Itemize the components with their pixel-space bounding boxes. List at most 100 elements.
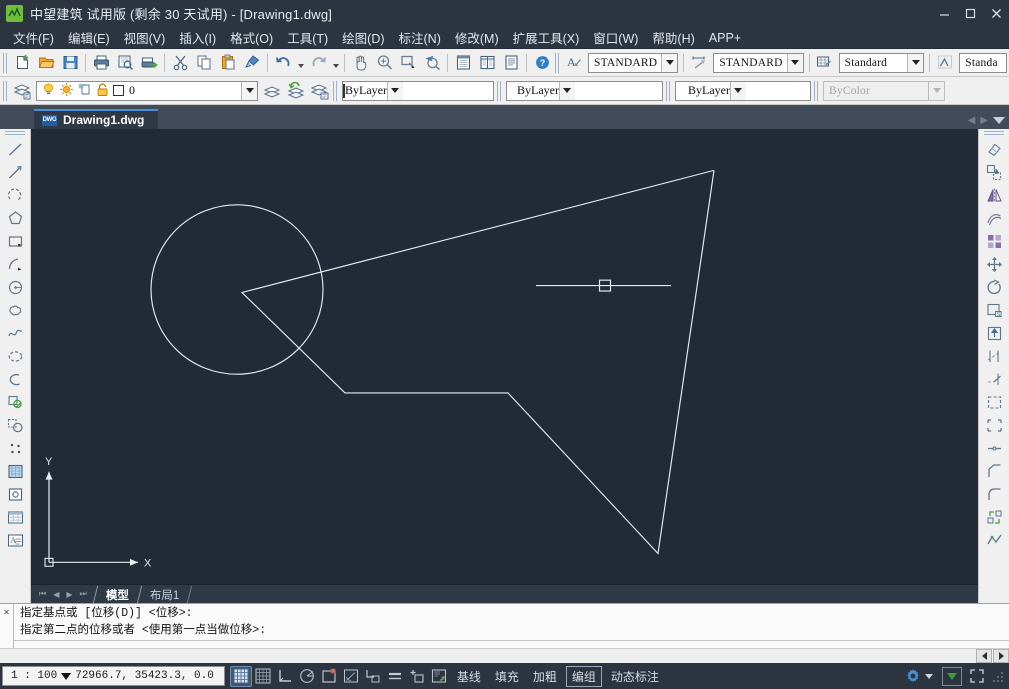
menu-format[interactable]: 格式(O) (223, 26, 280, 49)
status-group[interactable]: 编组 (566, 666, 602, 687)
erase-icon[interactable] (982, 138, 1007, 161)
layer-restore-icon[interactable] (284, 79, 308, 103)
plot-icon[interactable] (137, 51, 161, 75)
print-icon[interactable] (89, 51, 113, 75)
ellipse-icon[interactable] (3, 345, 28, 368)
open-file-icon[interactable] (34, 51, 58, 75)
zoom-previous-icon[interactable] (420, 51, 444, 75)
lineweight-toggle[interactable] (384, 666, 406, 687)
make-block-icon[interactable] (3, 414, 28, 437)
menu-insert[interactable]: 插入(I) (172, 26, 223, 49)
draw-toolbar-grip[interactable] (5, 131, 25, 135)
join-icon[interactable] (982, 437, 1007, 460)
edit-polyline-icon[interactable] (982, 529, 1007, 552)
break-at-point-icon[interactable] (982, 391, 1007, 414)
line-icon[interactable] (3, 138, 28, 161)
linetype-dropdown-arrow[interactable] (559, 82, 575, 100)
undo-dropdown-arrow[interactable] (295, 51, 306, 75)
move-icon[interactable] (982, 253, 1007, 276)
ellipse-arc-icon[interactable] (3, 368, 28, 391)
object-color-dropdown-arrow[interactable] (387, 82, 403, 100)
plotstyle-dropdown-arrow[interactable] (928, 82, 944, 100)
ducs-toggle[interactable] (362, 666, 384, 687)
help-icon[interactable]: ? (530, 51, 554, 75)
copy-object-icon[interactable] (982, 161, 1007, 184)
otrack-toggle[interactable] (340, 666, 362, 687)
modify-toolbar-grip[interactable] (984, 131, 1004, 135)
mirror-icon[interactable] (982, 184, 1007, 207)
menu-window[interactable]: 窗口(W) (586, 26, 645, 49)
mleader-style-combo[interactable]: Standa (959, 53, 1007, 73)
close-button[interactable] (983, 0, 1009, 27)
new-file-icon[interactable] (10, 51, 34, 75)
zoom-window-icon[interactable] (396, 51, 420, 75)
settings-gear-icon[interactable] (902, 666, 924, 687)
pan-icon[interactable] (348, 51, 372, 75)
canvas-polyline[interactable] (242, 170, 714, 553)
array-icon[interactable] (982, 230, 1007, 253)
dyninput-toggle[interactable] (406, 666, 428, 687)
dimension-style-icon[interactable] (687, 51, 711, 75)
match-properties-icon[interactable] (240, 51, 264, 75)
tab-next-arrow-icon[interactable]: ▶ (980, 115, 988, 126)
mleader-style-icon[interactable] (933, 51, 957, 75)
point-icon[interactable] (3, 437, 28, 460)
table-style-combo[interactable]: Standard (839, 53, 925, 73)
multiline-text-icon[interactable]: A (3, 529, 28, 552)
stretch-icon[interactable] (982, 322, 1007, 345)
layer-sun-icon[interactable] (59, 82, 74, 100)
polar-toggle[interactable] (296, 666, 318, 687)
layer-bulb-icon[interactable] (41, 82, 56, 100)
redo-icon[interactable] (306, 51, 330, 75)
settings-dropdown-icon[interactable] (925, 674, 933, 679)
ray-icon[interactable] (3, 161, 28, 184)
toolbar-grip[interactable] (555, 53, 559, 73)
fillet-icon[interactable] (982, 483, 1007, 506)
hatch-icon[interactable] (3, 460, 28, 483)
status-baseline[interactable]: 基线 (452, 667, 486, 686)
chamfer-icon[interactable] (982, 460, 1007, 483)
scale-icon[interactable]: S (982, 299, 1007, 322)
insert-block-icon[interactable] (3, 391, 28, 414)
construction-line-icon[interactable] (3, 184, 28, 207)
layer-properties-manager-icon[interactable] (10, 79, 34, 103)
tab-prev-arrow-icon[interactable]: ◀ (968, 115, 976, 126)
toolbar-grip[interactable] (666, 81, 670, 101)
status-dynamic-dim[interactable]: 动态标注 (606, 667, 664, 686)
print-preview-icon[interactable] (113, 51, 137, 75)
layer-previous-icon[interactable] (260, 79, 284, 103)
status-fill[interactable]: 填充 (490, 667, 524, 686)
window-resize-grip[interactable] (991, 669, 1005, 683)
plotstyle-combo[interactable]: ByColor (823, 81, 945, 101)
menu-edit[interactable]: 编辑(E) (61, 26, 117, 49)
spline-icon[interactable] (3, 322, 28, 345)
toolbar-grip[interactable] (333, 81, 337, 101)
redo-dropdown-arrow[interactable] (330, 51, 341, 75)
tab-model[interactable]: 模型 (93, 586, 142, 603)
menu-dimension[interactable]: 标注(N) (392, 26, 448, 49)
tool-palette-icon[interactable] (499, 51, 523, 75)
layout-last-icon[interactable]: ⏭ (80, 589, 87, 599)
minimize-button[interactable] (931, 0, 957, 27)
copy-icon[interactable] (192, 51, 216, 75)
layer-dropdown-arrow[interactable] (241, 82, 257, 100)
snap-toggle[interactable] (230, 666, 252, 687)
command-scroll-left-icon[interactable] (976, 649, 992, 663)
menu-view[interactable]: 视图(V) (117, 26, 173, 49)
arc-icon[interactable] (3, 253, 28, 276)
scale-and-coordinates[interactable]: 1 : 100 72966.7, 35423.3, 0.0 (2, 666, 225, 686)
table-icon[interactable] (3, 506, 28, 529)
drawing-canvas[interactable]: Y X (31, 129, 978, 584)
explode-icon[interactable] (982, 506, 1007, 529)
table-style-dropdown-arrow[interactable] (907, 54, 923, 72)
toolbar-grip[interactable] (3, 81, 7, 101)
text-style-combo[interactable]: STANDARD (588, 53, 678, 73)
extend-icon[interactable] (982, 368, 1007, 391)
command-line-scrollbar[interactable] (0, 648, 1009, 663)
grid-toggle[interactable] (252, 666, 274, 687)
layout-prev-icon[interactable]: ◀ (53, 590, 59, 599)
toolbar-grip[interactable] (814, 81, 818, 101)
ortho-toggle[interactable] (274, 666, 296, 687)
trim-icon[interactable] (982, 345, 1007, 368)
text-style-dropdown-arrow[interactable] (661, 54, 677, 72)
